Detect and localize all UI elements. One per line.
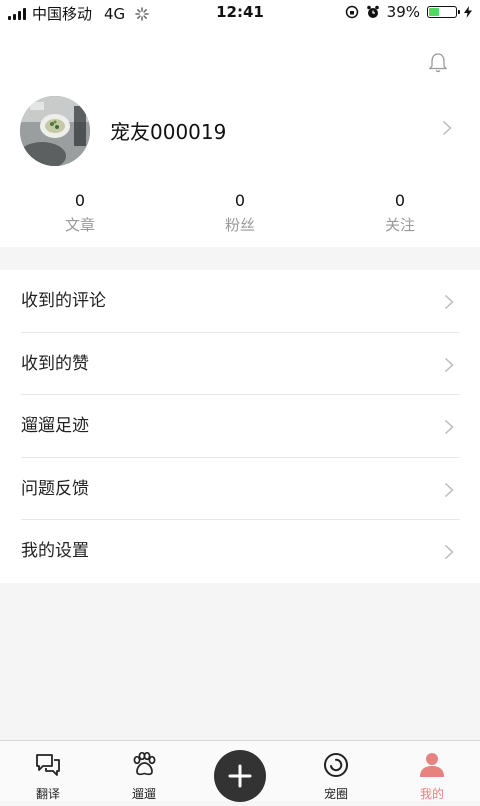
- chevron-right-icon[interactable]: [442, 120, 452, 136]
- chevron-right-icon: [444, 357, 454, 372]
- menu-item-feedback[interactable]: 问题反馈: [0, 458, 480, 521]
- chevron-right-icon: [444, 545, 454, 560]
- menu-item-comments[interactable]: 收到的评论: [0, 270, 480, 333]
- plus-icon: [228, 764, 252, 788]
- menu-item-label: 收到的评论: [21, 291, 106, 311]
- stat-label: 文章: [64, 216, 95, 234]
- paw-icon: [133, 751, 156, 776]
- menu-item-label: 收到的赞: [21, 353, 89, 374]
- chevron-right-icon: [444, 294, 454, 310]
- menu-item-likes[interactable]: 收到的赞: [0, 333, 480, 396]
- tab-label: 翻译: [35, 787, 60, 801]
- menu-list: 收到的评论 收到的赞 遛遛足迹 问题反馈 我的设置: [0, 270, 480, 583]
- chevron-right-icon: [444, 420, 454, 435]
- add-post-button[interactable]: [214, 750, 266, 802]
- menu-item-label: 问题反馈: [21, 478, 89, 499]
- chat-bubbles-icon: [36, 754, 60, 776]
- menu-item-walk-tracks[interactable]: 遛遛足迹: [0, 395, 480, 458]
- stat-fans[interactable]: 0 粉丝: [160, 190, 320, 238]
- stat-value: 0: [74, 191, 86, 210]
- menu-item-settings[interactable]: 我的设置: [0, 520, 480, 583]
- stat-label: 粉丝: [224, 216, 255, 234]
- tab-mine[interactable]: 我的: [384, 741, 480, 801]
- tab-label: 遛遛: [131, 787, 156, 801]
- menu-item-label: 我的设置: [21, 541, 89, 562]
- tab-walk[interactable]: 遛遛: [96, 741, 192, 801]
- stat-following[interactable]: 0 关注: [320, 190, 480, 238]
- stat-articles[interactable]: 0 文章: [0, 190, 160, 238]
- circle-icon: [324, 753, 348, 777]
- charging-bolt-icon: [464, 6, 472, 18]
- profile-card: 宠友000019 0 文章 0 粉丝 0 关注: [0, 24, 480, 247]
- alarm-icon: [366, 5, 379, 18]
- stat-value: 0: [394, 191, 406, 210]
- battery-icon: [427, 6, 460, 18]
- rotation-lock-icon: [345, 5, 358, 19]
- stat-label: 关注: [384, 216, 415, 234]
- status-bar: 中国移动 4G 12:41 39%: [0, 0, 480, 24]
- username[interactable]: 宠友000019: [110, 116, 226, 145]
- bell-icon[interactable]: [428, 52, 448, 74]
- tab-label: 我的: [419, 787, 444, 801]
- stat-value: 0: [234, 191, 246, 210]
- tab-label: 宠圈: [323, 787, 348, 801]
- tab-translate[interactable]: 翻译: [0, 741, 96, 801]
- person-icon: [420, 753, 444, 777]
- menu-item-label: 遛遛足迹: [21, 416, 89, 437]
- status-right: 39%: [345, 3, 472, 21]
- tab-bar: 翻译 遛遛 宠圈 我的: [0, 740, 480, 802]
- avatar[interactable]: [20, 96, 90, 166]
- tab-pet-circle[interactable]: 宠圈: [288, 741, 384, 801]
- battery-percent: 39%: [386, 3, 420, 21]
- chevron-right-icon: [444, 482, 454, 497]
